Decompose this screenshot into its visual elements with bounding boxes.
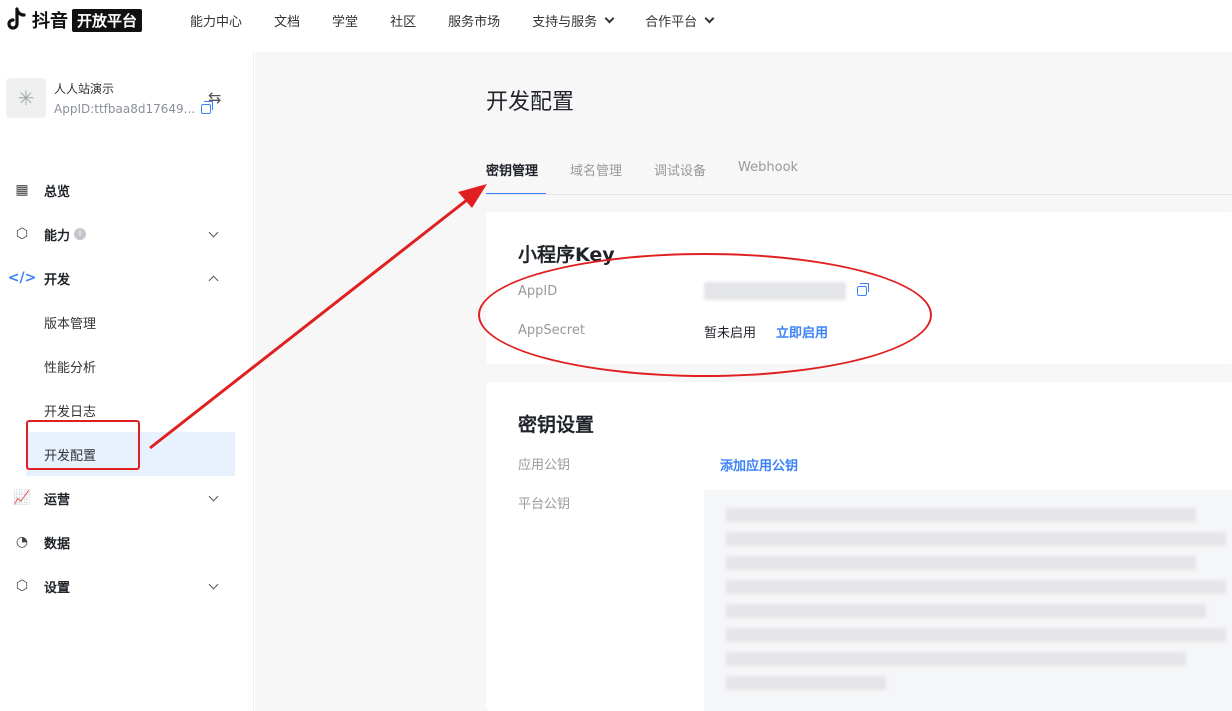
app-card: ✳ 人人站演示 AppID:ttfbaa8d17649... ⇆ — [6, 78, 236, 122]
sidebar-item-label: 设置 — [44, 580, 71, 596]
nav-label: 能力中心 — [190, 14, 243, 30]
top-nav-bar: 抖音 开放平台 能力中心 文档 学堂 社区 服务市场 支持与服务 合作平台 — [0, 0, 1232, 40]
dashboard-icon: ▦ — [15, 182, 29, 198]
sidebar: ✳ 人人站演示 AppID:ttfbaa8d17649... ⇆ ▦ 总览 ⬡ … — [0, 52, 254, 711]
tab-domain-management[interactable]: 域名管理 — [570, 160, 622, 195]
main-nav: 能力中心 文档 学堂 社区 服务市场 支持与服务 合作平台 — [190, 11, 745, 30]
redacted-line — [726, 628, 1226, 642]
page-title: 开发配置 — [486, 90, 575, 115]
redacted-line — [726, 532, 1226, 546]
platform-pubkey-value-redacted — [704, 490, 1232, 711]
brand-name: 抖音 — [32, 11, 68, 32]
chevron-down-icon — [704, 13, 715, 23]
redacted-line — [726, 652, 1186, 666]
chart-icon: 📈 — [13, 490, 31, 506]
chevron-down-icon — [604, 13, 615, 23]
redacted-line — [726, 604, 1206, 618]
sidebar-item-data[interactable]: ◔ 数据 — [0, 520, 254, 564]
nav-item-academy[interactable]: 学堂 — [332, 11, 358, 30]
annotation-ellipse — [478, 253, 932, 377]
add-app-pubkey-link[interactable]: 添加应用公钥 — [720, 455, 798, 474]
app-name: 人人站演示 — [54, 82, 115, 96]
nav-item-support[interactable]: 支持与服务 — [532, 11, 615, 30]
settings-icon: ⬡ — [15, 578, 29, 594]
brand-logo[interactable]: 抖音 开放平台 — [6, 7, 143, 33]
sidebar-item-label: 开发 — [44, 272, 71, 288]
tab-webhook[interactable]: Webhook — [738, 160, 798, 195]
app-id: AppID:ttfbaa8d17649... — [54, 101, 214, 116]
sidebar-menu: ▦ 总览 ⬡ 能力 i </> 开发 版本管理 性能分析 开发日志 开发配置 📈… — [0, 168, 254, 608]
tab-divider — [486, 194, 1232, 195]
sidebar-item-ability[interactable]: ⬡ 能力 i — [0, 212, 254, 256]
redacted-line — [726, 580, 1226, 594]
chevron-down-icon — [208, 227, 219, 238]
brand-badge: 开放平台 — [72, 8, 143, 32]
nav-label: 服务市场 — [448, 14, 501, 30]
chevron-up-icon — [208, 275, 219, 286]
info-icon: i — [74, 228, 87, 240]
sidebar-subitem-performance[interactable]: 性能分析 — [0, 344, 254, 388]
platform-pubkey-label: 平台公钥 — [518, 497, 571, 512]
sidebar-subitem-version[interactable]: 版本管理 — [0, 300, 254, 344]
card-title: 密钥设置 — [518, 414, 595, 436]
key-settings-card: 密钥设置 应用公钥 添加应用公钥 平台公钥 — [486, 382, 1232, 711]
sidebar-item-develop[interactable]: </> 开发 — [0, 256, 254, 300]
nav-item-partner[interactable]: 合作平台 — [645, 11, 715, 30]
redacted-line — [726, 556, 1196, 570]
redacted-line — [726, 676, 886, 690]
nav-label: 社区 — [390, 14, 417, 30]
chevron-down-icon — [208, 579, 219, 590]
nav-item-ability-center[interactable]: 能力中心 — [190, 11, 242, 30]
annotation-highlight-box — [26, 420, 140, 470]
sidebar-item-settings[interactable]: ⬡ 设置 — [0, 564, 254, 608]
app-id-text: AppID:ttfbaa8d17649... — [54, 102, 196, 116]
nav-label: 学堂 — [332, 14, 359, 30]
tab-key-management[interactable]: 密钥管理 — [486, 160, 547, 195]
sidebar-item-label: 数据 — [44, 536, 71, 552]
douyin-logo-icon — [7, 7, 26, 30]
main-content: 开发配置 密钥管理 域名管理 调试设备 Webhook 小程序Key AppID… — [255, 52, 1232, 711]
sidebar-item-label: 总览 — [44, 184, 71, 200]
code-icon: </> — [7, 270, 37, 286]
nav-item-service-market[interactable]: 服务市场 — [448, 11, 500, 30]
tab-debug-devices[interactable]: 调试设备 — [654, 160, 706, 195]
chevron-down-icon — [208, 491, 219, 502]
sidebar-item-label: 能力 — [44, 228, 71, 244]
ability-icon: ⬡ — [15, 226, 29, 242]
switch-app-icon[interactable]: ⇆ — [208, 88, 221, 107]
nav-label: 合作平台 — [645, 14, 698, 30]
app-avatar: ✳ — [6, 78, 46, 118]
sidebar-item-overview[interactable]: ▦ 总览 — [0, 168, 254, 212]
pie-chart-icon: ◔ — [15, 534, 29, 550]
nav-label: 支持与服务 — [532, 14, 598, 30]
app-pubkey-label: 应用公钥 — [518, 458, 571, 473]
tab-bar: 密钥管理 域名管理 调试设备 Webhook — [486, 160, 830, 195]
redacted-line — [726, 508, 1196, 522]
nav-label: 文档 — [274, 14, 301, 30]
nav-item-docs[interactable]: 文档 — [274, 11, 300, 30]
sidebar-item-label: 运营 — [44, 492, 71, 508]
nav-item-community[interactable]: 社区 — [390, 11, 416, 30]
sidebar-item-operate[interactable]: 📈 运营 — [0, 476, 254, 520]
